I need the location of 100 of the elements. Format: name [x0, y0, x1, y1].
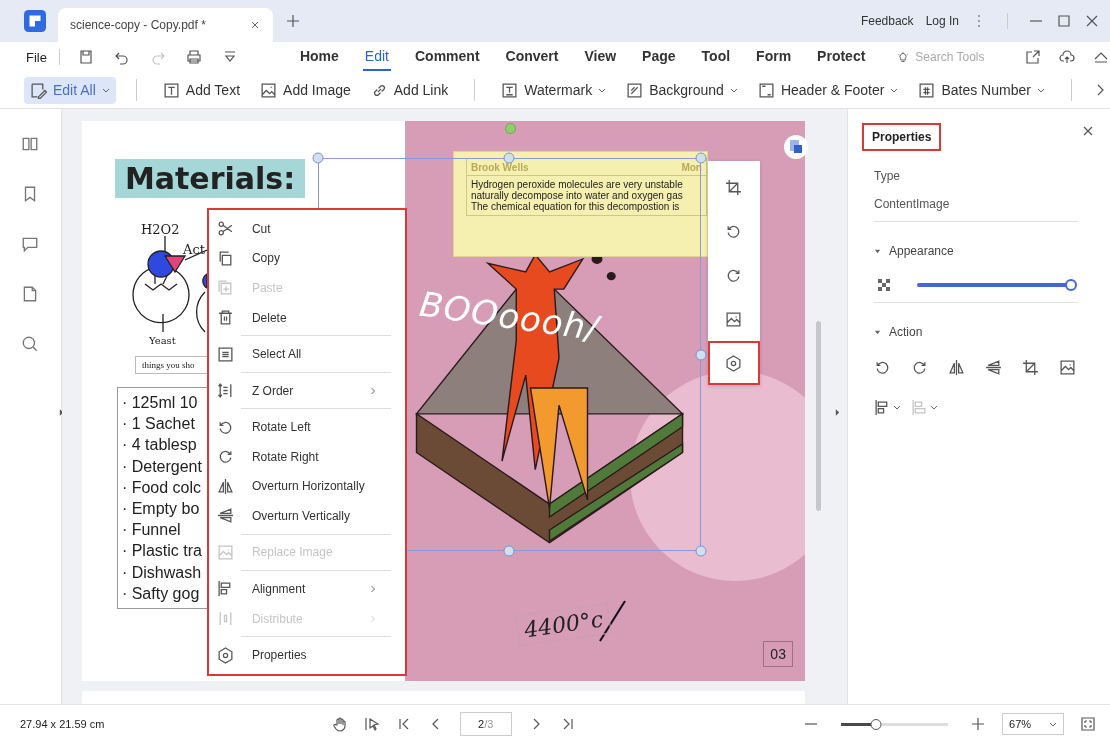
note-text: The chemical equation for this decompostion is	[470, 201, 680, 212]
list-item: · Safty gog	[121, 583, 200, 604]
zoom-in-icon[interactable]	[970, 716, 986, 732]
replace-image-icon	[1059, 358, 1076, 376]
hand-icon[interactable]	[331, 716, 348, 732]
diagram-label: H2O2	[140, 222, 180, 237]
menu-tab[interactable]: Comment	[413, 43, 482, 71]
chevron-down-icon	[893, 403, 901, 411]
app-logo-icon	[24, 10, 46, 32]
list-item: · Empty bo	[121, 499, 200, 519]
list-item: · Dishwash	[121, 562, 202, 583]
title-bar-link[interactable]: Feedback	[860, 14, 914, 28]
list-item: · Detergent	[121, 456, 202, 477]
text-box-icon	[162, 81, 180, 99]
context-menu-item[interactable]: Delete	[208, 302, 405, 333]
menu-tab[interactable]: View	[582, 43, 619, 71]
context-menu-item[interactable]: Overturn Horizontally	[208, 471, 405, 502]
action-section-toggle[interactable]: Action	[874, 325, 1096, 339]
toolbar-button[interactable]: Bates Number	[912, 76, 1051, 104]
replace-image-icon	[725, 310, 743, 328]
zoom-dropdown[interactable]: 67%	[1002, 713, 1064, 735]
resize-handle[interactable]	[312, 152, 324, 164]
numbering-icon	[918, 81, 936, 99]
close-icon[interactable]	[249, 19, 261, 31]
plus-icon[interactable]	[285, 13, 301, 29]
menu-tab[interactable]: Protect	[815, 43, 868, 71]
trash-icon	[216, 309, 234, 326]
list-item: · 1 Sachet	[121, 414, 195, 435]
slider-thumb[interactable]	[1065, 279, 1077, 291]
context-menu-item[interactable]: Overturn Vertically	[208, 501, 405, 531]
page-number-field[interactable]: 2/3	[459, 712, 512, 736]
watermark-icon	[501, 81, 519, 99]
file-menu[interactable]: File	[26, 49, 47, 65]
chevron-down-icon	[1036, 86, 1045, 94]
resize-handle[interactable]	[503, 545, 515, 557]
chevron-down-icon	[890, 86, 899, 94]
image-tool-button[interactable]	[707, 341, 760, 385]
flip-horizontal-icon	[948, 358, 965, 376]
resize-handle[interactable]	[503, 152, 515, 164]
word-document-icon[interactable]	[783, 135, 808, 159]
context-menu-item[interactable]: Z Order	[208, 375, 405, 406]
context-menu-item[interactable]: Copy	[208, 243, 405, 274]
caret-icon	[874, 247, 881, 255]
context-menu-item[interactable]: Alignment	[208, 574, 405, 604]
search-tools-field[interactable]: Search Tools	[897, 49, 1008, 65]
menu-tab[interactable]: Form	[754, 43, 794, 71]
chevron-down-icon	[1049, 720, 1057, 728]
pages-icon[interactable]	[21, 135, 40, 153]
toolbar-button[interactable]: Add Text	[156, 76, 247, 104]
diagram-label: Act	[182, 242, 205, 257]
context-menu-item[interactable]: Cut	[208, 214, 405, 244]
context-menu-item[interactable]: Properties	[208, 640, 405, 670]
toolbar-button[interactable]: Edit All	[24, 76, 116, 104]
save-icon[interactable]	[77, 49, 94, 65]
note-text: naturally decompose into water and oxygen gas	[470, 190, 684, 201]
image-icon	[260, 81, 278, 99]
maximize-icon[interactable]	[1056, 13, 1072, 29]
share-icon[interactable]	[1025, 49, 1042, 65]
type-label: Type	[874, 169, 901, 183]
menu-tab[interactable]: Edit	[362, 43, 391, 71]
toolbar-button[interactable]: Add Image	[254, 76, 357, 104]
background-icon	[626, 81, 644, 99]
flip-horizontal-icon	[216, 477, 234, 495]
resize-handle[interactable]	[695, 152, 707, 164]
toolbar-button[interactable]: Background	[620, 76, 744, 104]
toolbar-button[interactable]: Watermark	[495, 76, 613, 104]
note-author: Brook Wells	[469, 161, 530, 173]
fit-page-icon[interactable]	[1080, 716, 1096, 732]
select-all-icon	[216, 345, 234, 363]
search-icon[interactable]	[21, 335, 40, 353]
expand-arrow-icon[interactable]	[835, 409, 840, 416]
menu-tab[interactable]: Home	[297, 43, 341, 71]
cursor-icon[interactable]	[363, 716, 380, 732]
printer-icon[interactable]	[185, 49, 202, 65]
menu-tab[interactable]: Page	[640, 43, 678, 71]
paste-icon	[216, 279, 234, 297]
toolbar-button[interactable]: Add Link	[364, 76, 455, 104]
rotate-handle[interactable]	[504, 123, 516, 134]
slider-thumb[interactable]	[870, 718, 882, 730]
crop-icon	[1022, 358, 1039, 376]
resize-handle[interactable]	[695, 349, 707, 360]
toolbar-button[interactable]: Header & Footer	[751, 76, 905, 104]
scrollbar-thumb[interactable]	[816, 321, 821, 511]
close-icon[interactable]	[1084, 13, 1100, 29]
context-menu-item[interactable]: Rotate Right	[208, 441, 405, 472]
document-tab[interactable]: science-copy - Copy.pdf *	[58, 8, 273, 42]
list-item: · Funnel	[121, 520, 181, 541]
settings-icon	[216, 646, 234, 664]
crop-icon	[725, 178, 743, 196]
resize-handle[interactable]	[695, 545, 707, 557]
list-item: · Food colc	[121, 477, 202, 498]
page-number: 03	[763, 641, 793, 667]
title-bar-link[interactable]: Log In	[925, 14, 959, 28]
comment-icon[interactable]	[21, 235, 40, 253]
menu-tab[interactable]: Tool	[699, 43, 733, 71]
appearance-section-toggle[interactable]: Appearance	[874, 244, 1096, 258]
menu-tab[interactable]: Convert	[503, 43, 561, 71]
cloud-upload-icon[interactable]	[1059, 49, 1076, 65]
chevron-down-icon	[930, 403, 938, 411]
context-menu-item[interactable]: Rotate Left	[208, 412, 405, 442]
